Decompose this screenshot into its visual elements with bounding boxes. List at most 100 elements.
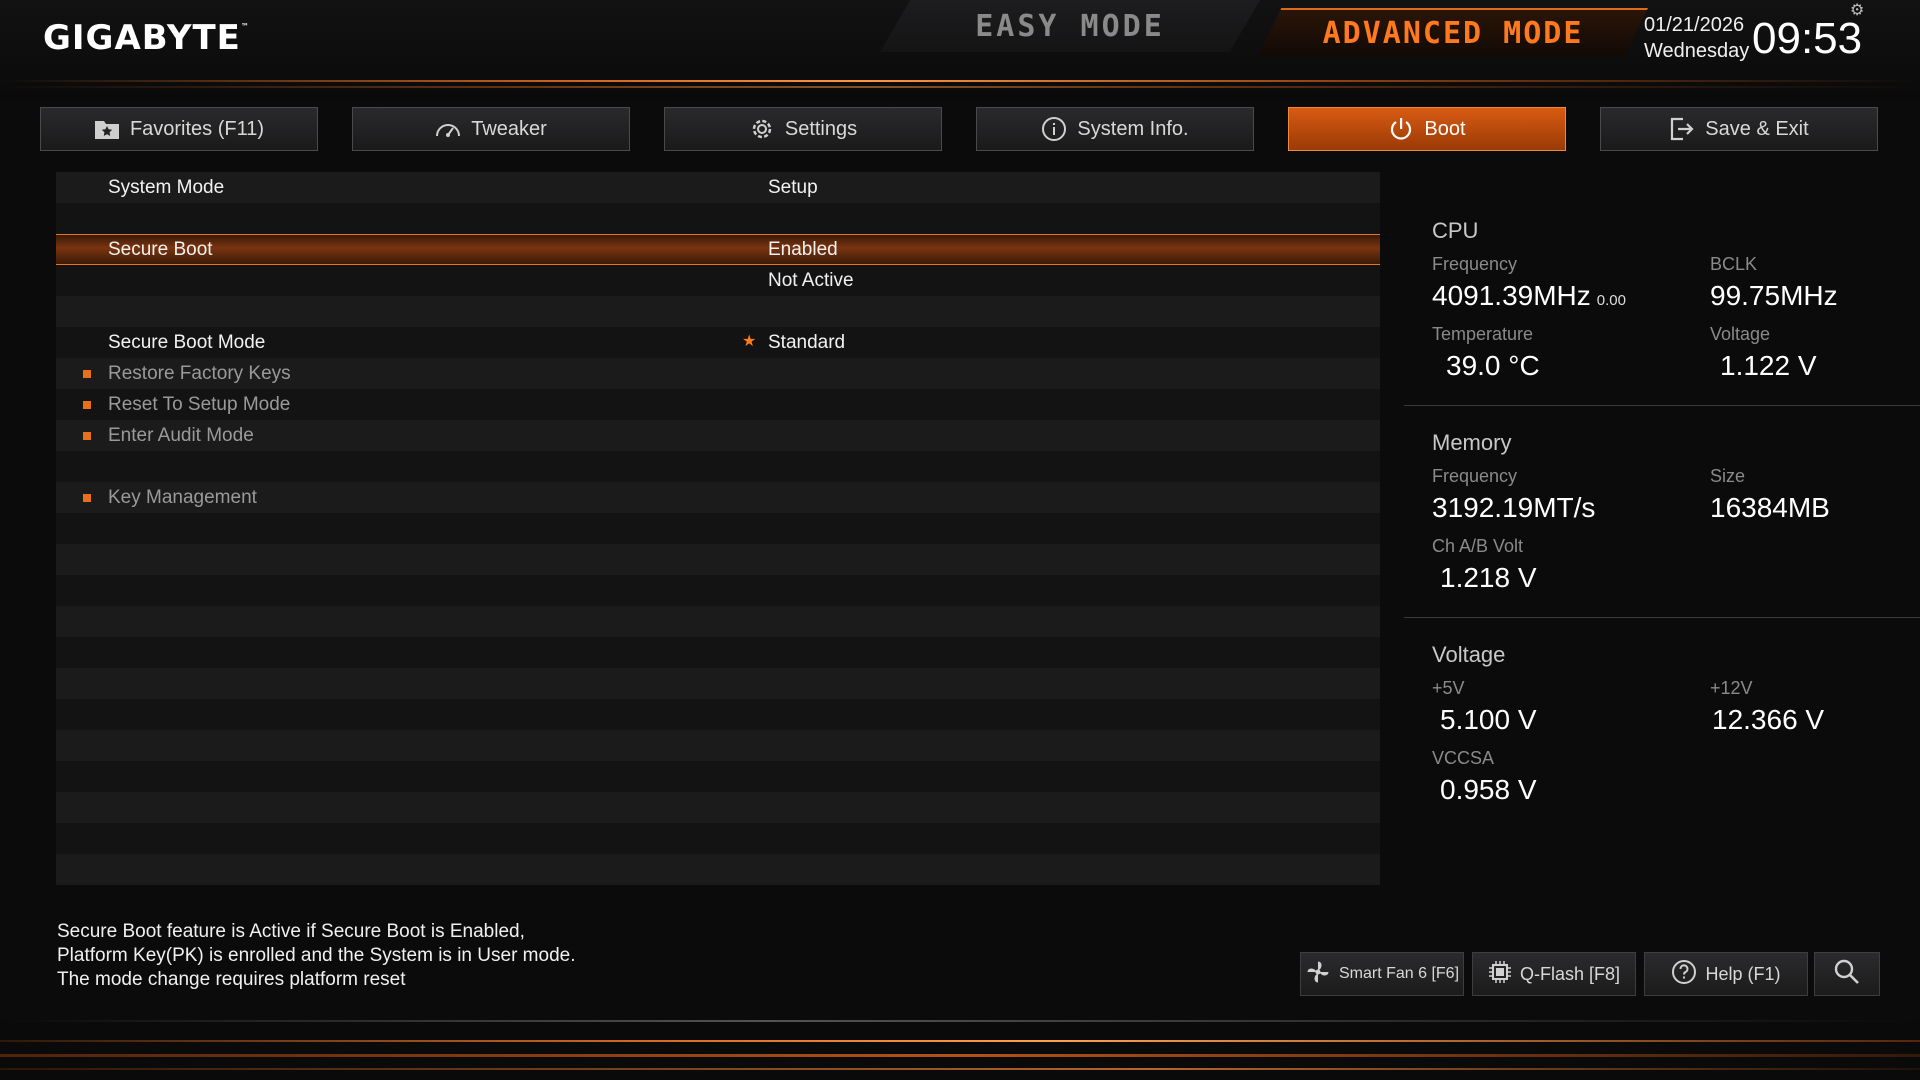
bullet-icon [83,431,91,440]
cpu-temperature-label: Temperature [1432,324,1534,344]
enter-audit-mode-label: Enter Audit Mode [108,424,254,446]
weekday: Wednesday [1644,40,1750,62]
star-folder-icon [94,116,120,142]
tab-label: Boot [1424,117,1466,140]
tab-tweaker[interactable]: Tweaker [352,107,630,151]
table-row [56,730,1380,761]
secure-boot-status: Not Active [768,269,854,291]
smart-fan-button[interactable]: Smart Fan 6 [F6] [1300,952,1464,996]
tab-save-exit[interactable]: Save & Exit [1600,107,1878,151]
cpu-frequency: 4091.39MHz 0.00 [1432,280,1626,311]
table-row [56,451,1380,482]
header-streak [0,86,1920,88]
table-row [56,606,1380,637]
help-line: Secure Boot feature is Active if Secure … [57,921,525,942]
table-row [56,854,1380,885]
date: 01/21/2026 [1644,14,1745,36]
table-row [56,668,1380,699]
table-row [56,699,1380,730]
table-row [56,513,1380,544]
enter-audit-mode-row[interactable]: Enter Audit Mode [56,420,1380,451]
help-button[interactable]: Help (F1) [1644,952,1808,996]
tab-settings[interactable]: Settings [664,107,942,151]
help-line: The mode change requires platform reset [57,969,406,990]
search-button[interactable] [1814,952,1880,996]
table-row [56,544,1380,575]
header-streak [0,80,1920,82]
tab-favorites[interactable]: Favorites (F11) [40,107,318,151]
gear-icon [749,116,775,142]
tab-label: Favorites (F11) [129,117,265,140]
help-description: Secure Boot feature is Active if Secure … [57,920,575,992]
memory-frequency-label: Frequency [1432,466,1518,486]
help-icon [1671,959,1697,990]
cpu-frequency-label: Frequency [1432,254,1518,274]
bullet-icon [83,400,91,409]
table-row [56,575,1380,606]
secure-boot-row[interactable]: Secure Boot Enabled [56,234,1380,265]
secure-boot-mode-value[interactable]: Standard [768,332,845,354]
qflash-button[interactable]: Q-Flash [F8] [1472,952,1636,996]
table-row [56,637,1380,668]
tab-label: Tweaker [471,117,547,140]
memory-title: Memory [1432,430,1512,455]
settings-gear-icon[interactable]: ⚙ [1850,0,1864,20]
key-management-row[interactable]: Key Management [56,482,1380,513]
secure-boot-value[interactable]: Enabled [768,239,838,261]
exit-icon [1669,116,1695,142]
p5v-value: 5.100 V [1440,704,1537,735]
speedometer-icon [435,116,461,142]
cpu-title: CPU [1432,218,1479,243]
secure-boot-mode-row[interactable]: Secure Boot Mode ★ Standard [56,327,1380,358]
reset-to-setup-mode-row[interactable]: Reset To Setup Mode [56,389,1380,420]
gigabyte-logo: GIGABYTE™ [43,18,250,58]
bullet-icon [83,493,91,502]
system-mode-label: System Mode [108,176,225,198]
table-row [56,792,1380,823]
voltage-title: Voltage [1432,642,1506,667]
tab-label: Settings [784,117,858,140]
restore-factory-keys-label: Restore Factory Keys [108,362,291,384]
table-row [56,296,1380,327]
fan-icon [1305,959,1331,990]
help-label: Help (F1) [1705,963,1781,984]
memory-volt-label: Ch A/B Volt [1432,536,1524,556]
cpu-voltage: 1.122 V [1720,350,1817,381]
reset-to-setup-mode-label: Reset To Setup Mode [108,393,291,415]
bclk-label: BCLK [1710,254,1758,274]
tab-system-info[interactable]: System Info. [976,107,1254,151]
tab-boot[interactable]: Boot [1288,107,1566,151]
divider [1404,405,1920,406]
bullet-icon [83,369,91,378]
table-row [56,823,1380,854]
memory-size-label: Size [1710,466,1746,486]
p5v-label: +5V [1432,678,1465,698]
system-mode-row: System Mode Setup [56,172,1380,203]
memory-volt: 1.218 V [1440,562,1537,593]
advanced-mode-button[interactable]: ADVANCED MODE [1258,8,1648,56]
memory-size: 16384MB [1710,492,1830,523]
p12v-value: 12.366 V [1712,704,1825,735]
power-icon [1388,116,1414,142]
tab-label: System Info. [1077,117,1189,140]
clock: 09:53 [1752,14,1863,63]
cpu-temperature: 39.0 °C [1446,350,1540,381]
chip-icon [1488,960,1512,989]
settings-table: System Mode Setup Secure Boot Enabled No… [56,172,1380,885]
system-mode-value: Setup [768,176,818,198]
key-management-label: Key Management [108,486,257,508]
tab-label: Save & Exit [1705,117,1809,140]
smart-fan-label: Smart Fan 6 [F6] [1338,965,1460,982]
bclk-value: 99.75MHz [1710,280,1838,311]
vccsa-label: VCCSA [1432,748,1495,768]
easy-mode-button[interactable]: EASY MODE [880,0,1260,52]
restore-factory-keys-row[interactable]: Restore Factory Keys [56,358,1380,389]
vccsa-value: 0.958 V [1440,774,1537,805]
secure-boot-label: Secure Boot [108,238,213,260]
secure-boot-mode-label: Secure Boot Mode [108,331,266,353]
date-display: 01/21/2026 Wednesday [1644,12,1749,64]
info-icon [1041,116,1067,142]
star-icon: ★ [742,333,757,350]
qflash-label: Q-Flash [F8] [1519,963,1621,984]
help-line: Platform Key(PK) is enrolled and the Sys… [57,945,576,966]
